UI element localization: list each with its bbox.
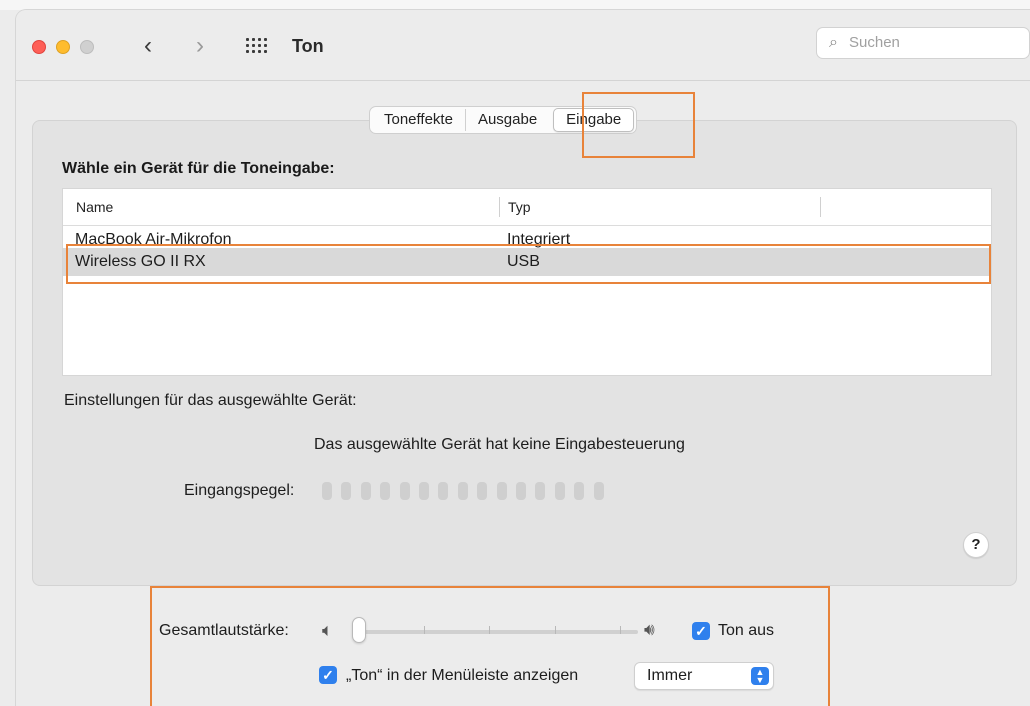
level-segment — [535, 482, 546, 500]
column-divider — [499, 197, 500, 217]
level-segment — [457, 482, 468, 500]
preferences-window: ‹ › Ton ⌕ Toneffekte Ausgabe Eingabe Wäh… — [16, 10, 1030, 706]
mute-checkbox[interactable]: ✓ — [692, 622, 710, 640]
tab-bar: Toneffekte Ausgabe Eingabe — [369, 106, 638, 134]
slider-tick — [555, 626, 556, 634]
tab-ausgabe[interactable]: Ausgabe — [466, 109, 549, 131]
column-divider — [820, 197, 821, 217]
volume-slider-knob[interactable] — [352, 617, 366, 643]
device-name: MacBook Air-Mikrofon — [75, 231, 232, 248]
help-icon[interactable]: ? — [963, 532, 989, 558]
device-type: USB — [507, 253, 540, 270]
level-segment — [593, 482, 604, 500]
level-segment — [516, 482, 526, 500]
zoom-icon[interactable] — [80, 40, 94, 54]
back-icon[interactable]: ‹ — [144, 34, 152, 58]
level-segment — [360, 482, 371, 500]
background-strip — [0, 0, 1030, 10]
table-header: Name Typ — [63, 189, 991, 226]
volume-label: Gesamtlautstärke: — [159, 622, 289, 639]
search-input[interactable] — [847, 33, 1021, 52]
table-row-selected[interactable]: Wireless GO II RX USB — [63, 248, 991, 276]
level-segment — [496, 482, 507, 500]
device-name: Wireless GO II RX — [75, 253, 206, 270]
device-type: Integriert — [507, 231, 571, 248]
mute-label[interactable]: Ton aus — [718, 622, 774, 640]
level-segment — [322, 482, 332, 500]
column-type[interactable]: Typ — [508, 199, 531, 215]
level-segment — [341, 482, 352, 500]
level-segment — [399, 482, 410, 500]
search-icon: ⌕ — [829, 34, 838, 51]
menubar-checkbox[interactable]: ✓ — [319, 666, 337, 684]
slider-tick — [489, 626, 490, 634]
search-field[interactable]: ⌕ — [816, 27, 1030, 59]
tab-eingabe[interactable]: Eingabe — [553, 108, 635, 132]
no-control-text: Das ausgewählte Gerät hat keine Eingabes… — [314, 436, 685, 453]
level-segment — [477, 482, 488, 500]
close-icon[interactable] — [32, 40, 46, 54]
level-label: Eingangspegel: — [184, 482, 295, 499]
settings-label: Einstellungen für das ausgewählte Gerät: — [64, 392, 357, 409]
slider-tick — [620, 626, 621, 634]
menubar-select[interactable]: Immer ▲ ▼ — [634, 662, 774, 690]
tab-toneffekte[interactable]: Toneffekte — [372, 109, 466, 131]
speaker-low-icon: 🔈︎ — [322, 620, 333, 640]
level-segment — [438, 482, 449, 500]
volume-slider-track[interactable] — [354, 630, 638, 634]
level-segment — [419, 482, 429, 500]
window-title: Ton — [292, 36, 324, 56]
level-segment — [554, 482, 565, 500]
speaker-high-icon: 🔊︎ — [644, 620, 655, 639]
minimize-icon[interactable] — [56, 40, 70, 54]
slider-tick — [424, 626, 425, 634]
titlebar: ‹ › Ton ⌕ — [16, 10, 1030, 81]
updown-icon: ▲ ▼ — [751, 667, 769, 685]
level-segment — [574, 482, 585, 500]
grid-icon[interactable] — [246, 38, 268, 54]
forward-icon[interactable]: › — [196, 34, 204, 58]
select-value: Immer — [647, 667, 693, 684]
level-segment — [380, 482, 391, 500]
device-table: Name Typ MacBook Air-Mikrofon Integriert… — [62, 188, 992, 376]
input-heading: Wähle ein Gerät für die Toneingabe: — [62, 160, 335, 177]
menubar-label[interactable]: „Ton“ in der Menüleiste anzeigen — [346, 667, 578, 685]
column-name[interactable]: Name — [76, 199, 113, 215]
